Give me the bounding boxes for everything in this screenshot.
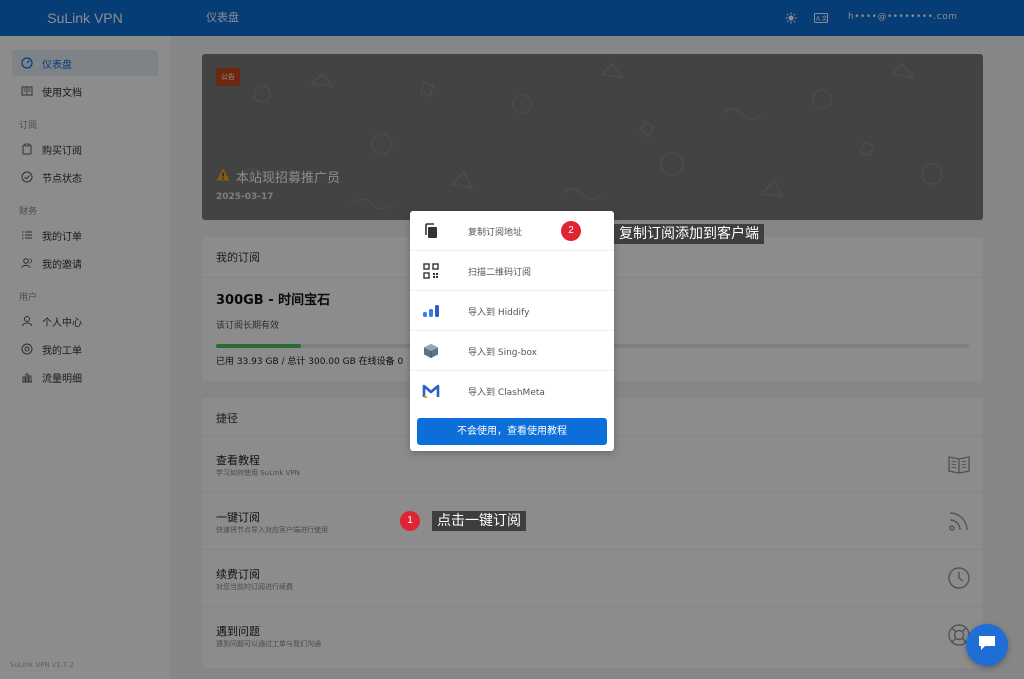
singbox-icon [422,342,440,360]
clashmeta-icon [422,382,440,400]
scan-qrcode[interactable]: 扫描二维码订阅 [410,251,614,291]
popup-item-label: 导入到 Hiddify [468,308,530,318]
step-label-1: 点击一键订阅 [432,511,526,531]
popup-item-label: 导入到 Sing-box [468,348,538,358]
step-badge-1: 1 [400,511,420,531]
hiddify-icon [422,302,440,320]
view-tutorial-button[interactable]: 不会使用，查看使用教程 [417,418,607,445]
step-label-2: 复制订阅添加到客户端 [614,224,764,244]
qrcode-icon [422,262,440,280]
subscribe-popup: 复制订阅地址 扫描二维码订阅 导入到 Hiddify 导入到 Sing-box … [410,211,614,451]
import-clashmeta[interactable]: 导入到 ClashMeta [410,371,614,411]
support-chat-button[interactable] [966,624,1008,666]
popup-item-label: 导入到 ClashMeta [468,388,545,398]
chat-icon [977,634,997,656]
step-badge-2: 2 [561,221,581,241]
copy-icon [422,222,440,240]
popup-item-label: 扫描二维码订阅 [468,268,532,278]
popup-item-label: 复制订阅地址 [468,228,523,238]
import-hiddify[interactable]: 导入到 Hiddify [410,291,614,331]
import-singbox[interactable]: 导入到 Sing-box [410,331,614,371]
copy-subscription-url[interactable]: 复制订阅地址 [410,211,614,251]
